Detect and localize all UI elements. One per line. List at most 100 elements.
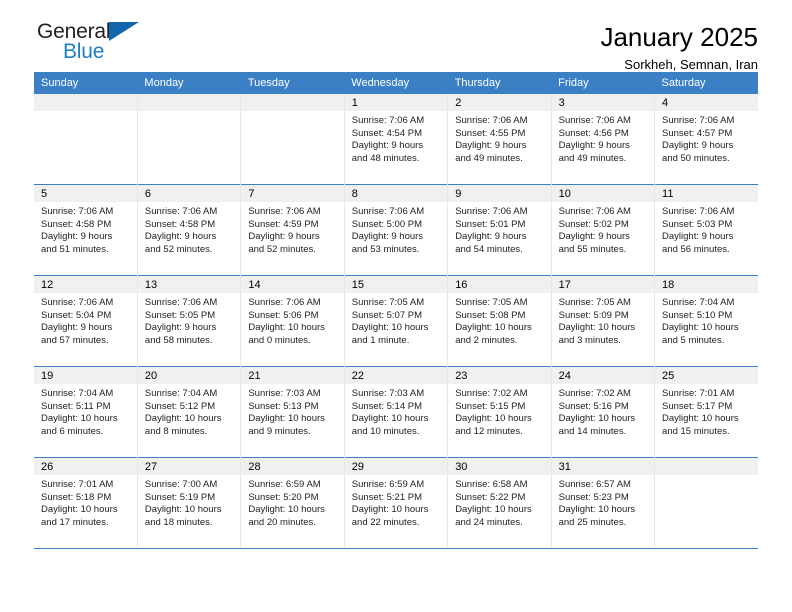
sunrise-text: Sunrise: 7:06 AM [41,297,114,308]
day-details: Sunrise: 6:58 AM Sunset: 5:22 PM Daylight:… [448,475,550,529]
page-subtitle: Sorkheh, Semnan, Iran [624,57,758,72]
daylight-text-line1: Daylight: 10 hours [662,322,739,334]
calendar-day-cell[interactable]: 8 Sunrise: 7:06 AM Sunset: 5:00 PM Daylight… [343,184,448,276]
calendar-body: 1 Sunrise: 7:06 AM Sunset: 4:54 PM Daylight… [34,94,758,549]
calendar-day-cell[interactable]: 16 Sunrise: 7:05 AM Sunset: 5:08 PM Dayligh… [447,275,552,367]
daylight-text-line2: and 48 minutes. [351,152,420,164]
day-number: 7 [241,185,344,202]
sunrise-text: Sunrise: 6:57 AM [558,479,631,490]
day-details: Sunrise: 7:03 AM Sunset: 5:14 PM Daylight:… [345,384,447,438]
calendar-day-cell[interactable]: 23 Sunrise: 7:02 AM Sunset: 5:15 PM Dayligh… [447,366,552,458]
day-details: Sunrise: 7:02 AM Sunset: 5:16 PM Daylight:… [552,384,654,438]
day-details: Sunrise: 7:06 AM Sunset: 5:01 PM Daylight:… [448,202,550,256]
day-number: 17 [551,276,655,293]
weekday-header-saturday: Saturday [654,72,758,94]
day-number: 4 [655,94,758,111]
day-details: Sunrise: 7:00 AM Sunset: 5:19 PM Daylight:… [138,475,240,529]
day-number [655,458,758,475]
calendar-day-cell[interactable]: 19 Sunrise: 7:04 AM Sunset: 5:11 PM Dayligh… [34,366,138,458]
calendar-day-cell[interactable]: 12 Sunrise: 7:06 AM Sunset: 5:04 PM Dayligh… [34,275,138,367]
weekday-header-friday: Friday [551,72,655,94]
sunset-text: Sunset: 5:21 PM [351,491,422,503]
calendar-day-cell[interactable]: 21 Sunrise: 7:03 AM Sunset: 5:13 PM Dayligh… [240,366,345,458]
daylight-text-line1: Daylight: 9 hours [558,231,630,243]
daylight-text-line1: Daylight: 9 hours [455,231,527,243]
calendar-week-row: 26 Sunrise: 7:01 AM Sunset: 5:18 PM Dayligh… [34,457,758,549]
daylight-text-line1: Daylight: 10 hours [351,322,429,334]
day-details: Sunrise: 7:06 AM Sunset: 5:02 PM Daylight:… [552,202,654,256]
calendar-day-cell[interactable]: 10 Sunrise: 7:06 AM Sunset: 5:02 PM Dayligh… [550,184,655,276]
sunrise-text: Sunrise: 7:06 AM [351,206,425,217]
daylight-text-line2: and 52 minutes. [248,243,316,255]
daylight-text-line1: Daylight: 10 hours [662,413,739,425]
day-number: 9 [448,185,551,202]
daylight-text-line1: Daylight: 9 hours [662,231,734,243]
calendar-day-cell[interactable]: 24 Sunrise: 7:02 AM Sunset: 5:16 PM Dayligh… [550,366,655,458]
sunrise-text: Sunrise: 7:06 AM [248,297,321,308]
daylight-text-line2: and 0 minutes. [248,334,311,346]
day-number: 10 [551,185,655,202]
daylight-text-line2: and 49 minutes. [455,152,523,164]
daylight-text-line2: and 22 minutes. [351,516,420,528]
day-number: 30 [448,458,551,475]
logo-text-blue: Blue [63,40,105,63]
calendar-day-cell[interactable]: 31 Sunrise: 6:57 AM Sunset: 5:23 PM Dayligh… [550,457,655,549]
calendar-day-cell[interactable]: 5 Sunrise: 7:06 AM Sunset: 4:58 PM Daylight… [34,184,138,276]
day-details: Sunrise: 7:05 AM Sunset: 5:09 PM Daylight:… [552,293,654,347]
calendar-day-cell[interactable]: 29 Sunrise: 6:59 AM Sunset: 5:21 PM Dayligh… [343,457,448,549]
day-number: 2 [448,94,551,111]
day-number: 18 [655,276,758,293]
calendar-day-cell[interactable]: 17 Sunrise: 7:05 AM Sunset: 5:09 PM Dayligh… [550,275,655,367]
calendar-day-cell[interactable]: 3 Sunrise: 7:06 AM Sunset: 4:56 PM Daylight… [550,94,655,185]
sunrise-text: Sunrise: 7:06 AM [558,206,631,217]
daylight-text-line1: Daylight: 9 hours [248,231,320,243]
daylight-text-line1: Daylight: 9 hours [558,140,630,152]
calendar-day-cell[interactable]: 27 Sunrise: 7:00 AM Sunset: 5:19 PM Dayligh… [136,457,241,549]
general-blue-logo[interactable]: General Blue [37,20,147,66]
daylight-text-line2: and 25 minutes. [558,516,627,528]
day-details: Sunrise: 7:02 AM Sunset: 5:15 PM Daylight:… [448,384,550,438]
calendar-day-cell[interactable]: 13 Sunrise: 7:06 AM Sunset: 5:05 PM Dayligh… [136,275,241,367]
daylight-text-line1: Daylight: 9 hours [41,322,113,334]
daylight-text-line1: Daylight: 10 hours [558,504,636,516]
sunrise-text: Sunrise: 7:06 AM [41,206,114,217]
daylight-text-line2: and 53 minutes. [351,243,420,255]
calendar-day-cell[interactable]: 20 Sunrise: 7:04 AM Sunset: 5:12 PM Dayligh… [136,366,241,458]
calendar-day-cell[interactable]: 6 Sunrise: 7:06 AM Sunset: 4:58 PM Daylight… [136,184,241,276]
calendar-day-cell[interactable]: 28 Sunrise: 6:59 AM Sunset: 5:20 PM Dayligh… [240,457,345,549]
calendar-day-cell[interactable]: 4 Sunrise: 7:06 AM Sunset: 4:57 PM Daylight… [654,94,758,185]
sunset-text: Sunset: 5:16 PM [558,400,629,412]
calendar-day-cell[interactable]: 26 Sunrise: 7:01 AM Sunset: 5:18 PM Dayligh… [34,457,138,549]
sunset-text: Sunset: 5:05 PM [144,309,216,321]
day-number: 13 [137,276,241,293]
calendar-day-cell[interactable]: 2 Sunrise: 7:06 AM Sunset: 4:55 PM Daylight… [447,94,552,185]
daylight-text-line2: and 1 minute. [351,334,410,346]
calendar-empty-cell [654,457,758,549]
day-details: Sunrise: 6:59 AM Sunset: 5:21 PM Daylight:… [345,475,447,529]
weekday-header-wednesday: Wednesday [344,72,448,94]
calendar-day-cell[interactable]: 18 Sunrise: 7:04 AM Sunset: 5:10 PM Dayligh… [654,275,758,367]
day-number: 21 [241,367,344,384]
calendar-day-cell[interactable]: 11 Sunrise: 7:06 AM Sunset: 5:03 PM Dayligh… [654,184,758,276]
calendar-day-cell[interactable]: 9 Sunrise: 7:06 AM Sunset: 5:01 PM Daylight… [447,184,552,276]
calendar-day-cell[interactable]: 1 Sunrise: 7:06 AM Sunset: 4:54 PM Daylight… [343,94,448,185]
day-number: 14 [241,276,344,293]
sunrise-text: Sunrise: 7:06 AM [144,206,218,217]
daylight-text-line2: and 3 minutes. [558,334,621,346]
sunrise-text: Sunrise: 7:06 AM [455,206,528,217]
daylight-text-line2: and 5 minutes. [662,334,725,346]
sunrise-text: Sunrise: 7:04 AM [662,297,735,308]
sunset-text: Sunset: 5:01 PM [455,218,526,230]
calendar-day-cell[interactable]: 25 Sunrise: 7:01 AM Sunset: 5:17 PM Dayligh… [654,366,758,458]
calendar-day-cell[interactable]: 14 Sunrise: 7:06 AM Sunset: 5:06 PM Dayligh… [240,275,345,367]
calendar-day-cell[interactable]: 22 Sunrise: 7:03 AM Sunset: 5:14 PM Dayligh… [343,366,448,458]
calendar-day-cell[interactable]: 15 Sunrise: 7:05 AM Sunset: 5:07 PM Dayligh… [343,275,448,367]
daylight-text-line1: Daylight: 10 hours [455,322,532,334]
day-number: 19 [34,367,137,384]
daylight-text-line1: Daylight: 9 hours [351,231,424,243]
calendar-day-cell[interactable]: 30 Sunrise: 6:58 AM Sunset: 5:22 PM Dayligh… [447,457,552,549]
daylight-text-line1: Daylight: 9 hours [41,231,113,243]
day-details: Sunrise: 7:04 AM Sunset: 5:11 PM Daylight:… [34,384,137,438]
sunset-text: Sunset: 5:00 PM [351,218,422,230]
calendar-day-cell[interactable]: 7 Sunrise: 7:06 AM Sunset: 4:59 PM Daylight… [240,184,345,276]
